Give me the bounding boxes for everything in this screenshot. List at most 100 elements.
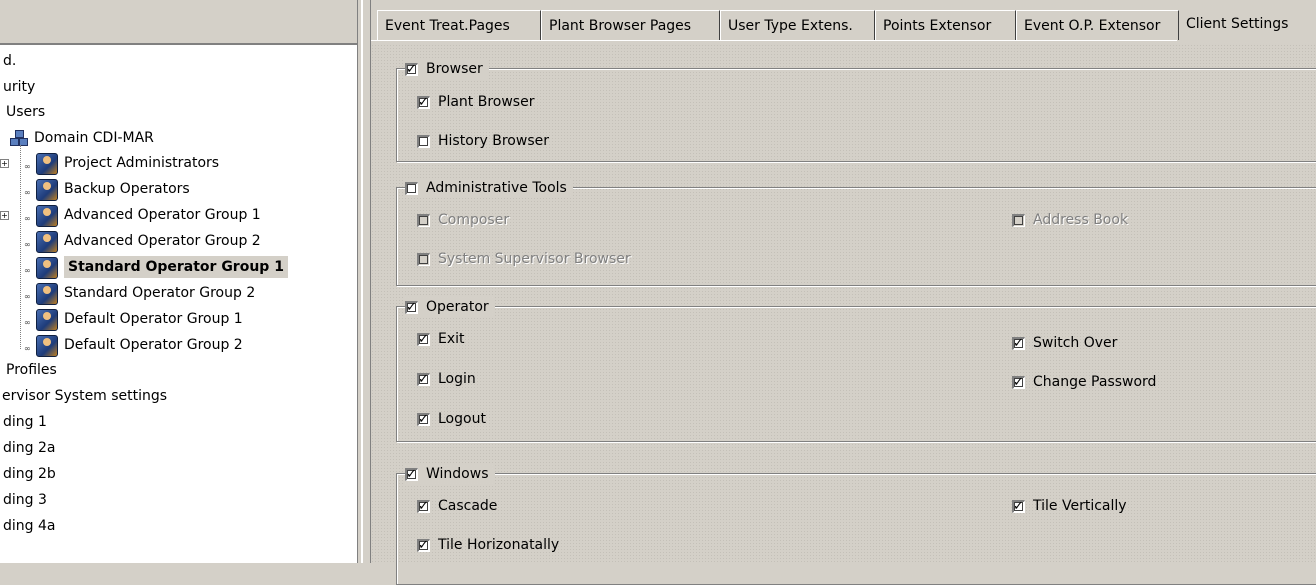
tree-item-label: Advanced Operator Group 2	[64, 233, 261, 249]
tab-plant-browser-pages[interactable]: Plant Browser Pages	[541, 10, 720, 40]
operator-group-label: Operator	[426, 299, 489, 315]
tree-item[interactable]: ervisor System settings	[2, 385, 167, 407]
tab-points-extensor[interactable]: Points Extensor	[875, 10, 1016, 40]
user-group-icon: ∞	[24, 205, 58, 227]
tile-horizontally-checkbox[interactable]	[417, 536, 430, 556]
composer-option: Composer	[417, 210, 509, 230]
tree-item-label: ervisor System settings	[2, 388, 168, 404]
tree-pane: d. urity Users Domain CDI-MAR + ∞ Project…	[0, 0, 357, 563]
switch-over-checkbox[interactable]	[1012, 334, 1025, 354]
windows-checkbox[interactable]	[405, 465, 418, 485]
tree-item-group[interactable]: ∞ Default Operator Group 2	[24, 334, 243, 357]
tree-item[interactable]: ding 2b	[3, 463, 56, 485]
user-group-icon: ∞	[24, 283, 58, 305]
settings-pane: Event Treat.Pages Plant Browser Pages Us…	[371, 0, 1316, 585]
tree-item[interactable]: ding 1	[3, 411, 47, 433]
change-password-option[interactable]: Change Password	[1012, 372, 1156, 393]
tile-vertically-checkbox[interactable]	[1012, 497, 1025, 517]
tree-item-label: Default Operator Group 2	[64, 337, 243, 353]
plant-browser-checkbox[interactable]	[417, 93, 430, 113]
operator-group-toggle[interactable]: Operator	[405, 297, 495, 318]
option-label: Composer	[438, 212, 510, 228]
client-settings-panel: Browser Plant Browser History Browser Ad…	[371, 44, 1316, 585]
tree-item-group-selected[interactable]: ∞ Standard Operator Group 1	[24, 256, 288, 279]
option-label: Logout	[438, 411, 486, 427]
tile-horizontally-option[interactable]: Tile Horizonatally	[417, 535, 560, 556]
tree-item-label: ding 1	[3, 414, 47, 430]
tab-bar: Event Treat.Pages Plant Browser Pages Us…	[371, 0, 1316, 44]
admin-tools-groupbox: Administrative Tools Composer Address Bo…	[396, 178, 1316, 286]
tab-event-treat-pages[interactable]: Event Treat.Pages	[377, 10, 541, 40]
tree-item-label: Users	[6, 104, 46, 120]
browser-group-label: Browser	[426, 61, 483, 77]
tree-item-label: urity	[3, 79, 36, 95]
cascade-checkbox[interactable]	[417, 497, 430, 517]
exit-checkbox[interactable]	[417, 330, 430, 350]
expand-button[interactable]: +	[0, 159, 9, 168]
tree-view[interactable]: d. urity Users Domain CDI-MAR + ∞ Project…	[0, 45, 357, 563]
tab-label: Event Treat.Pages	[385, 18, 510, 34]
domain-icon	[10, 130, 28, 146]
admin-tools-checkbox[interactable]	[405, 181, 418, 195]
tree-item-label: ding 4a	[3, 518, 56, 534]
tree-item-group[interactable]: ∞ Backup Operators	[24, 178, 190, 201]
logout-checkbox[interactable]	[417, 410, 430, 430]
change-password-checkbox[interactable]	[1012, 373, 1025, 393]
tree-item-label: d.	[3, 53, 17, 69]
tree-item-label: Advanced Operator Group 1	[64, 207, 261, 223]
browser-group-toggle[interactable]: Browser	[405, 59, 489, 80]
history-browser-option[interactable]: History Browser	[417, 131, 549, 151]
option-label: Tile Horizonatally	[438, 537, 560, 553]
windows-group-toggle[interactable]: Windows	[405, 464, 495, 485]
tree-item[interactable]: d.	[3, 50, 16, 72]
tree-item[interactable]: ding 4a	[3, 515, 55, 537]
tree-item-label: Backup Operators	[64, 181, 190, 197]
expand-button[interactable]: +	[0, 211, 9, 220]
tree-item-label: ding 2b	[3, 466, 56, 482]
exit-option[interactable]: Exit	[417, 329, 465, 350]
tab-client-settings[interactable]: Client Settings	[1179, 6, 1316, 42]
option-label: Exit	[438, 331, 465, 347]
plant-browser-option[interactable]: Plant Browser	[417, 92, 535, 113]
tile-vertically-option[interactable]: Tile Vertically	[1012, 496, 1127, 517]
admin-tools-group-toggle[interactable]: Administrative Tools	[405, 178, 573, 198]
browser-checkbox[interactable]	[405, 60, 418, 80]
tab-label: Event O.P. Extensor	[1024, 18, 1161, 34]
switch-over-option[interactable]: Switch Over	[1012, 333, 1118, 354]
login-option[interactable]: Login	[417, 369, 476, 390]
option-label: History Browser	[438, 133, 549, 149]
logout-option[interactable]: Logout	[417, 409, 486, 430]
option-label: Tile Vertically	[1033, 498, 1127, 514]
tree-item-group[interactable]: ∞ Project Administrators	[24, 152, 219, 175]
tree-item-group[interactable]: ∞ Advanced Operator Group 2	[24, 230, 261, 253]
option-label: Plant Browser	[438, 94, 535, 110]
history-browser-checkbox[interactable]	[417, 134, 430, 148]
windows-groupbox: Windows Cascade Tile Vertically Tile Hor…	[396, 464, 1316, 585]
tree-item[interactable]: ding 3	[3, 489, 47, 511]
tree-header	[0, 0, 357, 45]
option-label: Switch Over	[1033, 335, 1118, 351]
tab-event-op-extensor[interactable]: Event O.P. Extensor	[1016, 10, 1179, 40]
user-group-icon: ∞	[24, 179, 58, 201]
tree-item-domain[interactable]: Domain CDI-MAR	[10, 127, 154, 149]
tree-item-group[interactable]: ∞ Advanced Operator Group 1	[24, 204, 261, 227]
cascade-option[interactable]: Cascade	[417, 496, 497, 517]
operator-groupbox: Operator Exit Switch Over Login Change P…	[396, 297, 1316, 442]
operator-checkbox[interactable]	[405, 298, 418, 318]
option-label: Address Book	[1033, 212, 1129, 228]
browser-groupbox: Browser Plant Browser History Browser	[396, 59, 1316, 162]
user-group-icon: ∞	[24, 231, 58, 253]
tree-item-users[interactable]: Users	[6, 101, 45, 123]
tree-item-label: Default Operator Group 1	[64, 311, 243, 327]
pane-splitter[interactable]	[357, 0, 371, 563]
tree-item[interactable]: ding 2a	[3, 437, 55, 459]
login-checkbox[interactable]	[417, 370, 430, 390]
tree-item-group[interactable]: ∞ Standard Operator Group 2	[24, 282, 255, 305]
tree-item-group[interactable]: ∞ Default Operator Group 1	[24, 308, 243, 331]
windows-group-label: Windows	[426, 466, 489, 482]
tree-item[interactable]: urity	[3, 76, 35, 98]
tab-user-type-extens[interactable]: User Type Extens.	[720, 10, 875, 40]
user-group-icon: ∞	[24, 257, 58, 279]
tree-item-profiles[interactable]: Profiles	[6, 359, 57, 381]
tree-item-label: Profiles	[6, 362, 57, 378]
